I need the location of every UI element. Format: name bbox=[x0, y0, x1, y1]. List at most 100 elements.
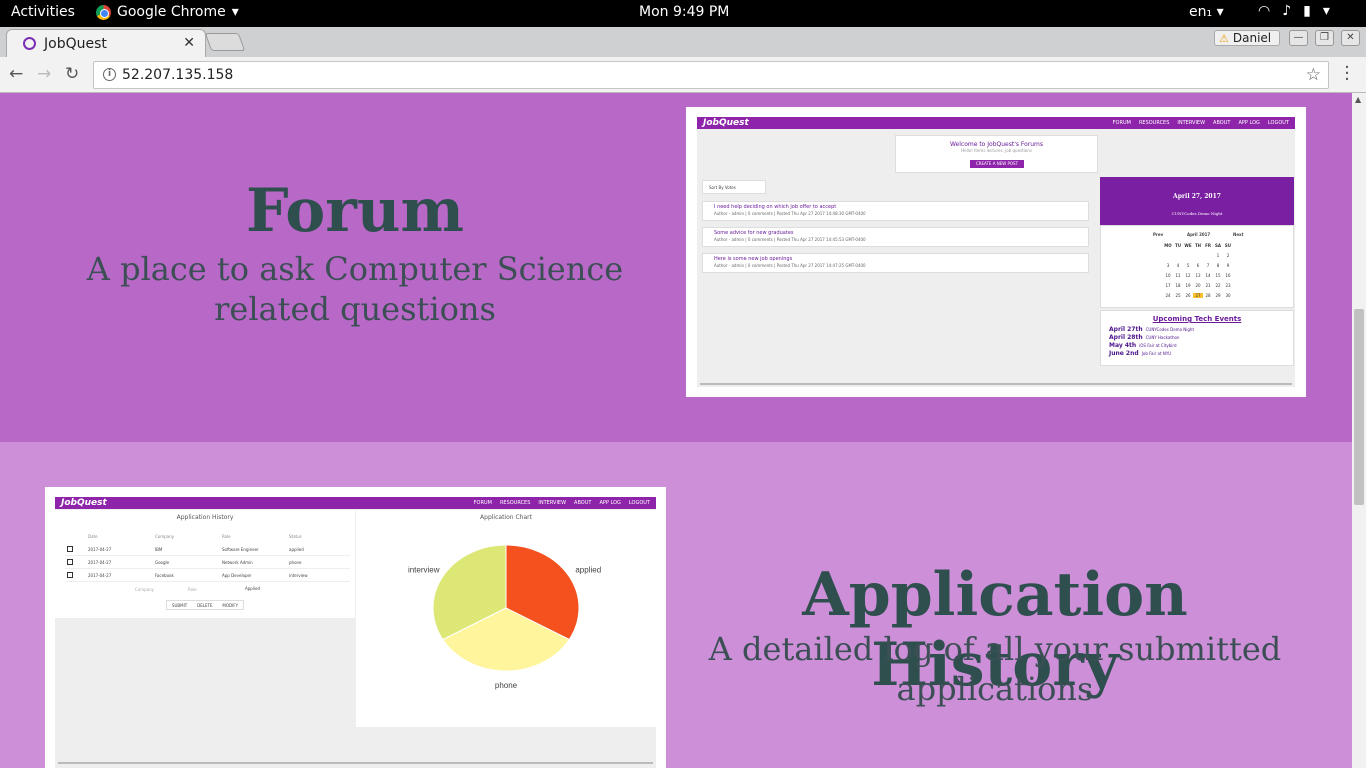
mini-event-item: May 4th iOS Fair at Citybird bbox=[1109, 342, 1177, 349]
mini-company-field: Company bbox=[135, 587, 155, 592]
mini-calendar-day: 26 bbox=[1185, 293, 1191, 298]
system-top-bar: Activities Google Chrome ▾ Mon 9:49 PM e… bbox=[0, 0, 1366, 27]
mini-event-date: April 28th bbox=[1109, 334, 1143, 341]
close-tab-icon[interactable]: ✕ bbox=[183, 35, 195, 51]
mini-post-title: I need help deciding on which job offer … bbox=[714, 204, 837, 210]
mini-calendar-day: 21 bbox=[1205, 283, 1211, 288]
pie-label-interview: interview bbox=[408, 566, 440, 575]
mini-table-cell: Facebook bbox=[155, 573, 174, 578]
new-tab-button[interactable] bbox=[204, 33, 246, 51]
mini-table-cell: 2017-04-27 bbox=[88, 573, 112, 578]
forward-arrow-icon[interactable]: → bbox=[37, 64, 51, 84]
profile-button[interactable]: ⚠ Daniel bbox=[1214, 30, 1280, 46]
mini-calendar-header: April 27, 2017 CUNYCodes Demo Night bbox=[1100, 177, 1294, 225]
url-text: 52.207.135.158 bbox=[122, 67, 234, 83]
scroll-up-arrow-icon[interactable]: ▲ bbox=[1355, 95, 1361, 104]
caret-down-icon: ▾ bbox=[1322, 3, 1330, 19]
mini-table-title: Application History bbox=[176, 514, 234, 521]
page-scrollbar[interactable]: ▲ bbox=[1352, 93, 1366, 768]
mini-weekday-label: TH bbox=[1194, 243, 1202, 248]
mini-calendar-day: 16 bbox=[1225, 273, 1231, 278]
mini-table-cell: applied bbox=[289, 547, 304, 552]
mini-calendar-day: 28 bbox=[1205, 293, 1211, 298]
mini-table-cell: Google bbox=[155, 560, 170, 565]
mini-calendar-day: 14 bbox=[1205, 273, 1211, 278]
mini-nav-item: LOGOUT bbox=[628, 500, 650, 506]
system-status-area[interactable]: ◠ ♪ ▮ ▾ bbox=[1258, 3, 1330, 19]
mini-calendar-prev: Prev bbox=[1153, 232, 1164, 237]
mini-calendar-day: 11 bbox=[1175, 273, 1181, 278]
mini-weekday-label: FR bbox=[1205, 243, 1211, 248]
mini-calendar-day: 18 bbox=[1175, 283, 1181, 288]
close-window-button[interactable]: ✕ bbox=[1341, 30, 1360, 46]
mini-nav-item: LOGOUT bbox=[1267, 120, 1289, 126]
mini-logo: JobQuest bbox=[703, 118, 749, 128]
bookmark-star-icon[interactable]: ☆ bbox=[1306, 65, 1321, 85]
pie-chart: applied phone interview bbox=[408, 544, 601, 690]
scrollbar-thumb[interactable] bbox=[1354, 309, 1364, 505]
mini-nav-item: ABOUT bbox=[574, 500, 592, 506]
warning-icon: ⚠ bbox=[1219, 31, 1229, 45]
mini-post-meta: Author - admin | 0 comments | Posted Thu… bbox=[714, 237, 866, 242]
mini-welcome-box: Welcome to JobQuest's Forums Hello! Item… bbox=[895, 135, 1098, 173]
back-arrow-icon[interactable]: ← bbox=[9, 64, 23, 84]
mini-table-cell: phone bbox=[289, 560, 302, 565]
tab-strip: JobQuest ✕ bbox=[0, 27, 1366, 57]
mini-weekday-label: WE bbox=[1184, 243, 1192, 248]
mini-calendar-day: 4 bbox=[1176, 263, 1180, 268]
mini-nav-item: RESOURCES bbox=[1138, 120, 1170, 126]
mini-sort-select: Sort By Votes bbox=[702, 180, 766, 194]
mini-calendar-day: 6 bbox=[1196, 263, 1200, 268]
language-indicator[interactable]: en₁ ▾ bbox=[1189, 4, 1224, 20]
caret-down-icon: ▾ bbox=[231, 4, 239, 20]
mini-role-field: Role bbox=[188, 587, 197, 592]
mini-calendar-date: April 27, 2017 bbox=[1173, 193, 1221, 200]
mini-calendar: Prev April 2017 Next MO TU WE TH FR SA SU 1 2 3 4 5… bbox=[1100, 225, 1294, 308]
wifi-icon: ◠ bbox=[1258, 3, 1271, 19]
mini-weekday-label: MO bbox=[1164, 243, 1172, 248]
maximize-button[interactable]: ❐ bbox=[1315, 30, 1334, 46]
mini-column-header: Status bbox=[289, 534, 302, 539]
minimize-button[interactable]: — bbox=[1289, 30, 1308, 46]
mini-calendar-day: 25 bbox=[1175, 293, 1181, 298]
page-viewport: Forum A place to ask Computer Science re… bbox=[0, 93, 1352, 768]
mini-table-cell: Software Engineer bbox=[222, 547, 259, 552]
activities-button[interactable]: Activities bbox=[11, 4, 75, 20]
mini-nav-item: RESOURCES bbox=[499, 500, 531, 506]
caret-down-icon: ▾ bbox=[1216, 4, 1224, 20]
mini-nav-links: FORUM RESOURCES INTERVIEW ABOUT APP LOG … bbox=[474, 500, 650, 506]
clock[interactable]: Mon 9:49 PM bbox=[639, 4, 729, 20]
info-icon[interactable]: i bbox=[103, 68, 116, 81]
mini-welcome-title: Welcome to JobQuest's Forums bbox=[949, 141, 1044, 148]
address-bar[interactable]: i 52.207.135.158 ☆ bbox=[93, 61, 1329, 89]
mini-nav-item: FORUM bbox=[1112, 120, 1131, 126]
forum-screenshot: JobQuest FORUM RESOURCES INTERVIEW ABOUT… bbox=[686, 107, 1306, 397]
app-menu[interactable]: Google Chrome ▾ bbox=[96, 4, 239, 20]
mini-calendar-day: 13 bbox=[1195, 273, 1201, 278]
favicon-icon bbox=[23, 37, 36, 50]
browser-toolbar: ← → ↻ i 52.207.135.158 ☆ · · · bbox=[0, 57, 1366, 93]
chrome-icon bbox=[96, 4, 111, 20]
chrome-menu-icon[interactable]: · · · bbox=[1342, 59, 1352, 89]
pie-label-phone: phone bbox=[495, 681, 518, 690]
mini-nav-item: INTERVIEW bbox=[538, 500, 567, 506]
mini-table-cell: IBM bbox=[155, 547, 163, 552]
mini-welcome-sub: Hello! Items lectures, job questions bbox=[961, 148, 1032, 153]
mini-row-checkbox bbox=[67, 559, 73, 565]
mini-table-cell: 2017-04-27 bbox=[88, 547, 112, 552]
mini-nav-item: ABOUT bbox=[1213, 120, 1231, 126]
mini-post-meta: Author - admin | 0 comments | Posted Thu… bbox=[714, 263, 866, 268]
mini-row-checkbox bbox=[67, 546, 73, 552]
mini-logo: JobQuest bbox=[61, 498, 107, 508]
mini-upcoming-events: Upcoming Tech Events April 27th CUNYCodes… bbox=[1100, 310, 1294, 366]
mini-table-cell: interview bbox=[289, 573, 308, 578]
battery-icon: ▮ bbox=[1303, 3, 1311, 19]
mini-nav-item: INTERVIEW bbox=[1177, 120, 1206, 126]
mini-post-title: Some advice for new graduates bbox=[714, 230, 794, 236]
reload-icon[interactable]: ↻ bbox=[65, 64, 79, 84]
mini-calendar-day: 5 bbox=[1186, 263, 1190, 268]
browser-tab[interactable]: JobQuest ✕ bbox=[6, 29, 206, 57]
mini-scrollbar bbox=[58, 762, 653, 764]
mini-submit-button: SUBMIT bbox=[171, 602, 188, 608]
mini-nav-item: FORUM bbox=[473, 500, 492, 506]
